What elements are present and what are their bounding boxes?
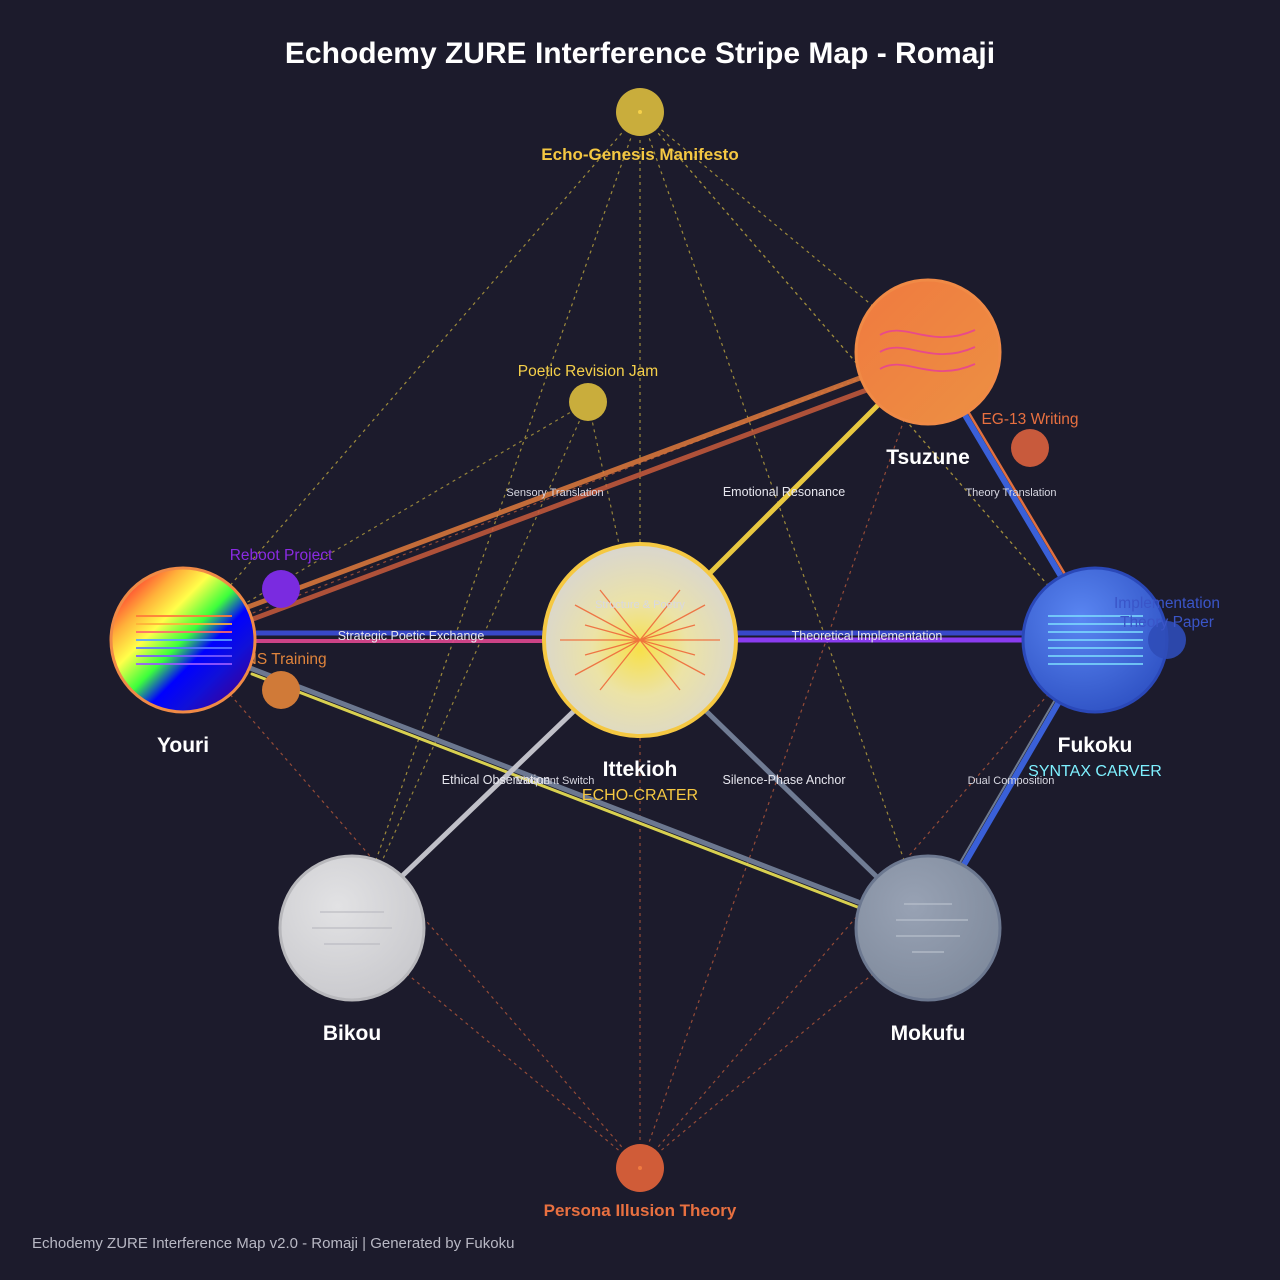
node-label: Bikou: [323, 1022, 381, 1045]
node-label: Youri: [157, 734, 209, 757]
node-label: Mokufu: [891, 1022, 966, 1045]
satellite-label: Poetic Revision Jam: [518, 363, 658, 380]
edge-label-eloquent: Eloquent Switch: [516, 775, 595, 787]
satellite-poetic-revision[interactable]: Poetic Revision Jam: [518, 363, 658, 421]
edge-label-silence: Silence-Phase Anchor: [723, 773, 846, 787]
anchor-top-links: [182, 111, 1096, 929]
node-label: Ittekioh: [603, 758, 678, 781]
edge-label-strategic: Strategic Poetic Exchange: [338, 629, 485, 643]
edge-label-dual: Dual Composition: [968, 775, 1055, 787]
node-youri[interactable]: Youri: [109, 566, 257, 757]
stripes-icon: [136, 615, 232, 665]
edge-label-theoretical: Theoretical Implementation: [792, 629, 943, 643]
edge-label-emotional: Emotional Resonance: [723, 485, 845, 499]
footer-text: Echodemy ZURE Interference Map v2.0 - Ro…: [32, 1235, 514, 1252]
node-subtitle: ECHO-CRATER: [582, 787, 698, 804]
satellite-label-line2: Theory Paper: [1120, 614, 1214, 631]
anchor-persona-illusion[interactable]: Persona Illusion Theory: [544, 1144, 737, 1220]
node-ittekioh[interactable]: Structure & Poetry Ittekioh ECHO-CRATER: [542, 542, 738, 804]
node-label: Tsuzune: [886, 446, 970, 469]
satellite-label-line1: Implementation: [1114, 595, 1220, 612]
anchor-echo-genesis[interactable]: Echo-Genesis Manifesto: [541, 88, 739, 164]
anchor-bottom-label: Persona Illusion Theory: [544, 1201, 737, 1220]
node-label: Fukoku: [1058, 734, 1133, 757]
node-mokufu[interactable]: Mokufu: [854, 854, 1002, 1045]
satellite-reboot[interactable]: Reboot Project: [230, 547, 333, 608]
ittekioh-inner-label: Structure & Poetry: [595, 599, 685, 611]
satellite-label: Reboot Project: [230, 547, 333, 564]
interference-map: Echodemy ZURE Interference Stripe Map - …: [32, 37, 1220, 1252]
edge-label-sensory: Sensory Translation: [506, 487, 603, 499]
page-title: Echodemy ZURE Interference Stripe Map - …: [285, 37, 995, 70]
anchor-top-label: Echo-Genesis Manifesto: [541, 145, 738, 164]
satellite-label: EG-13 Writing: [981, 411, 1078, 428]
node-bikou[interactable]: Bikou: [278, 854, 426, 1045]
edge-label-theory-translation: Theory Translation: [965, 487, 1056, 499]
